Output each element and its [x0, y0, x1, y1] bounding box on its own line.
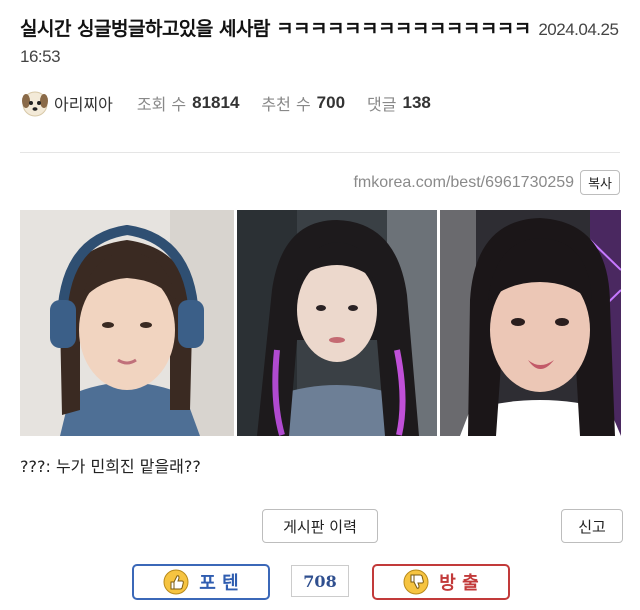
post-meta: 아리찌아 조회 수 81814 추천 수 700 댓글 138	[20, 88, 453, 118]
photo-woman-bangs	[440, 210, 621, 436]
post-url[interactable]: fmkorea.com/best/6961730259	[353, 174, 574, 192]
thumbs-up-icon	[163, 569, 189, 595]
views-label: 조회 수	[136, 95, 187, 114]
post-title: 실시간 싱글벙글하고있을 세사람 ㅋㅋㅋㅋㅋㅋㅋㅋㅋㅋㅋㅋㅋㅋㅋ 2024.04…	[20, 16, 628, 70]
divider	[20, 152, 620, 153]
board-history-button[interactable]: 게시판 이력	[262, 509, 378, 543]
report-button[interactable]: 신고	[561, 509, 623, 543]
post-title-text: 실시간 싱글벙글하고있을 세사람 ㅋㅋㅋㅋㅋㅋㅋㅋㅋㅋㅋㅋㅋㅋㅋ	[20, 18, 531, 40]
downvote-label: 방 출	[439, 573, 479, 594]
avatar[interactable]	[20, 88, 50, 118]
comments-label: 댓글	[367, 95, 397, 114]
post-caption: ???: 누가 민희진 맡을래??	[20, 457, 201, 476]
photo-woman-headphones	[20, 210, 234, 436]
upvote-button[interactable]: 포 텐	[132, 564, 270, 600]
vote-count: 708	[291, 565, 349, 597]
comments-count[interactable]: 138	[403, 93, 431, 113]
thumbs-down-icon	[403, 569, 429, 595]
upvote-label: 포 텐	[199, 573, 239, 594]
copy-url-button[interactable]: 복사	[580, 170, 620, 195]
photo-collage	[20, 210, 621, 436]
likes-label: 추천 수	[261, 95, 311, 114]
author-name[interactable]: 아리찌아	[54, 91, 113, 115]
url-row: fmkorea.com/best/6961730259 복사	[353, 170, 620, 195]
photo-woman-curly-hair	[237, 210, 437, 436]
downvote-button[interactable]: 방 출	[372, 564, 510, 600]
views-count: 81814	[192, 93, 240, 112]
likes-count: 700	[316, 93, 346, 112]
